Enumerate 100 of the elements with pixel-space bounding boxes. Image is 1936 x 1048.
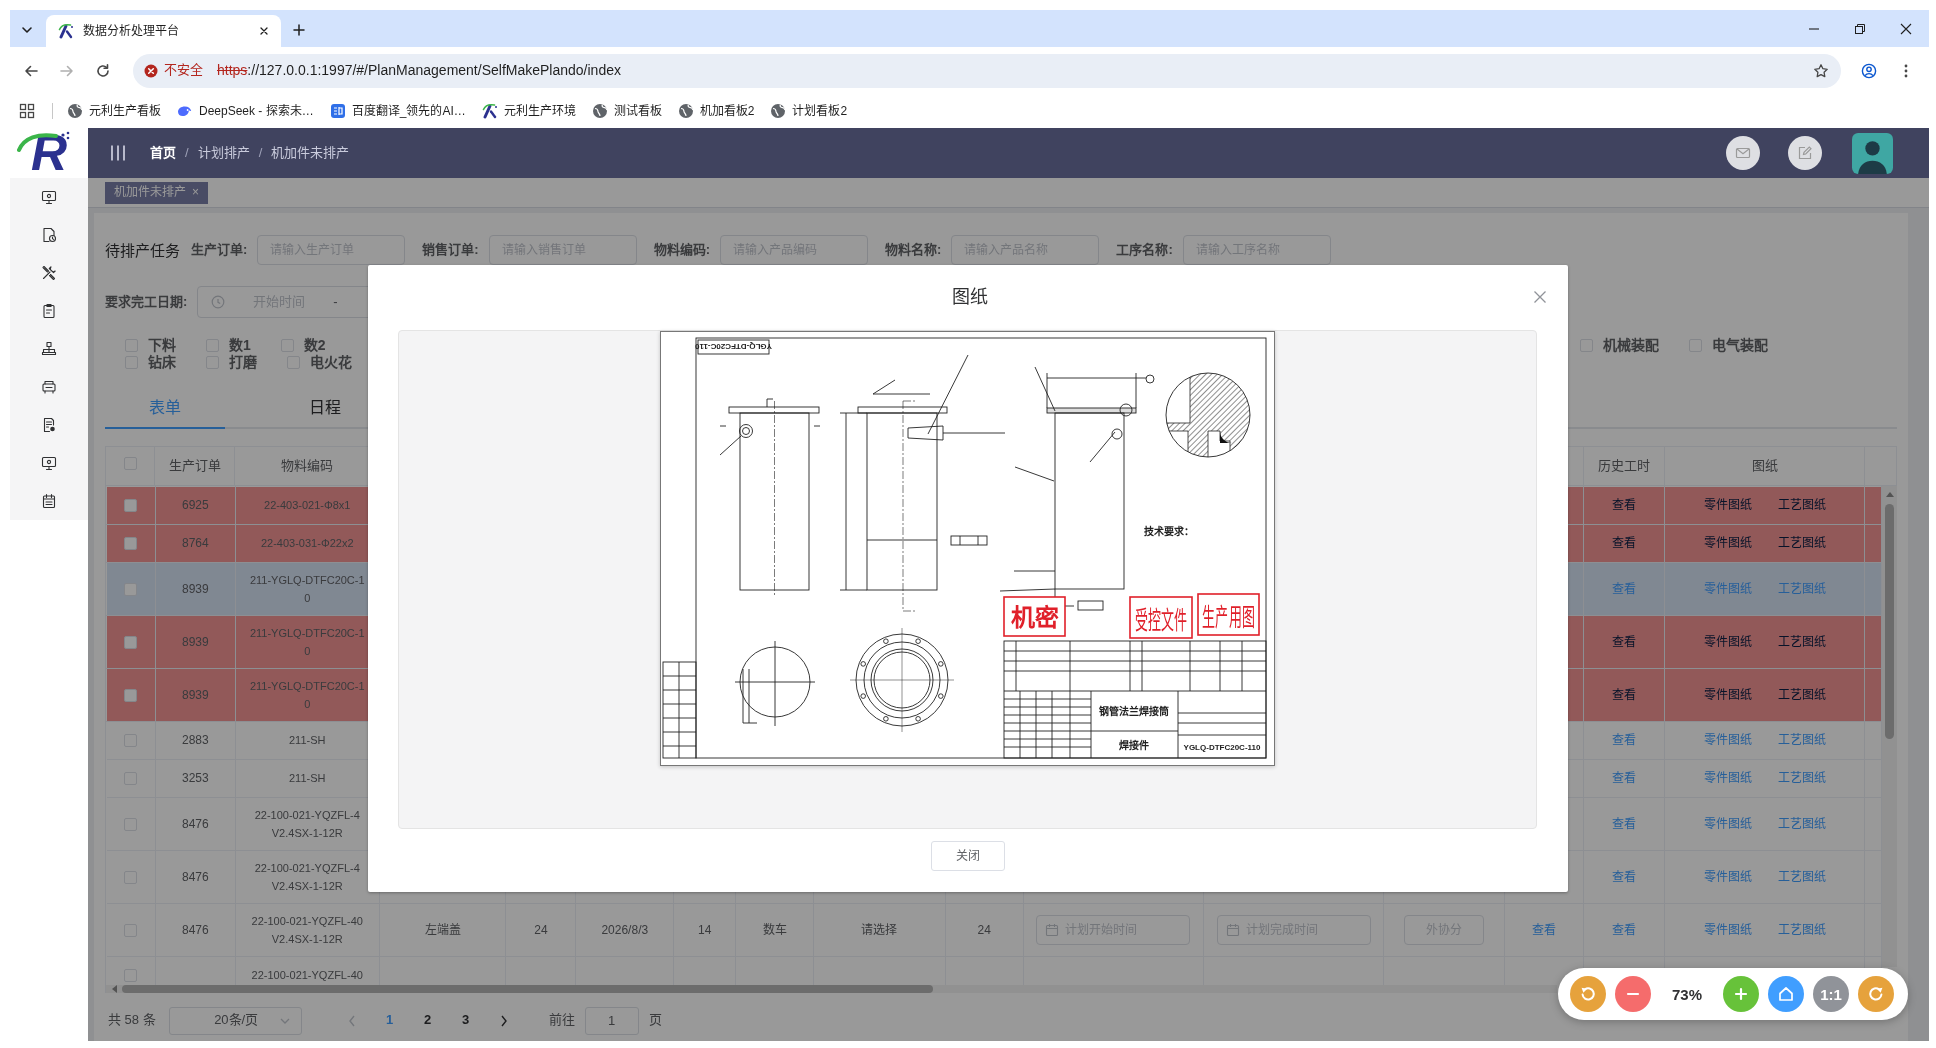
view-link[interactable]: 查看 <box>1612 536 1637 550</box>
menu-icon[interactable] <box>110 144 126 162</box>
breadcrumb-link[interactable]: 计划排产 <box>197 143 250 163</box>
view-link[interactable]: 查看 <box>1612 581 1637 596</box>
rotate-left-icon[interactable] <box>1579 985 1597 1003</box>
plus-icon[interactable] <box>292 23 306 37</box>
view-link[interactable]: 查看 <box>1612 922 1637 937</box>
drawing-link[interactable]: 工艺图纸 <box>1777 685 1826 704</box>
drawing-link[interactable]: 零件图纸 <box>1703 867 1752 886</box>
page-button[interactable]: 2 <box>412 1006 443 1035</box>
grid-icon[interactable] <box>19 103 35 119</box>
view-link[interactable]: 查看 <box>1612 771 1637 785</box>
view-link[interactable]: 查看 <box>1612 687 1637 702</box>
edit-button[interactable] <box>1788 136 1822 170</box>
reload-icon[interactable] <box>95 62 111 79</box>
row-checkbox[interactable] <box>124 688 138 702</box>
view-link[interactable]: 查看 <box>1612 634 1637 649</box>
drawing-link[interactable]: 零件图纸 <box>1703 579 1752 598</box>
checkbox-label[interactable]: 下料 <box>148 337 176 354</box>
view-link[interactable]: 查看 <box>1612 869 1637 884</box>
bookmark[interactable]: 测试看板 <box>583 97 670 125</box>
browser-tab[interactable]: 数据分析处理平台 <box>46 15 281 47</box>
drawing-link[interactable]: 零件图纸 <box>1703 814 1752 833</box>
page-tag[interactable]: 机加件未排产 × <box>105 181 208 204</box>
breadcrumb-link[interactable]: 首页 <box>150 143 176 163</box>
document-badge-icon <box>41 417 57 433</box>
row-checkbox[interactable] <box>124 582 138 596</box>
drawing-link[interactable]: 零件图纸 <box>1703 731 1752 749</box>
close-icon[interactable] <box>259 26 269 36</box>
breadcrumb-link[interactable]: 机加件未排产 <box>271 143 350 163</box>
user-avatar[interactable] <box>1852 132 1893 174</box>
mail-button[interactable] <box>1726 136 1760 170</box>
close-icon[interactable] <box>1900 22 1912 35</box>
table-cell: 8939 <box>155 668 236 721</box>
scrollbar-thumb[interactable] <box>1885 503 1894 739</box>
drawing-link[interactable]: 零件图纸 <box>1703 685 1752 704</box>
drawing-link[interactable]: 工艺图纸 <box>1777 769 1826 787</box>
drawing-link[interactable]: 零件图纸 <box>1703 632 1752 651</box>
bookmark[interactable]: 百度翻译_领先的AI… <box>321 97 474 125</box>
row-checkbox[interactable] <box>124 537 138 551</box>
checkbox-label[interactable]: 电火花 <box>310 354 352 371</box>
checkbox-label[interactable]: 数1 <box>229 337 251 354</box>
view-link[interactable]: 查看 <box>1612 733 1637 747</box>
drawing-label: YGLQ-DTFC20C-110 <box>695 342 772 351</box>
actual-size-button[interactable]: 1:1 <box>1813 976 1849 1012</box>
home-button[interactable] <box>1768 976 1804 1012</box>
rotate-right-icon[interactable] <box>1867 985 1885 1003</box>
profile-icon[interactable] <box>1861 62 1877 79</box>
zoom-in-button[interactable] <box>1723 976 1759 1012</box>
checkbox-label[interactable]: 打磨 <box>229 354 257 371</box>
star-icon[interactable] <box>1813 62 1829 79</box>
close-dialog-button[interactable]: 关闭 <box>931 841 1005 871</box>
table-cell: 数车 <box>735 903 814 956</box>
row-checkbox[interactable] <box>124 499 138 513</box>
tag-close-button[interactable]: × <box>192 184 199 201</box>
bookmark[interactable]: 机加看板2 <box>669 97 763 125</box>
drawing-link[interactable]: 工艺图纸 <box>1777 814 1826 833</box>
drawing-link[interactable]: 零件图纸 <box>1703 534 1752 552</box>
address-bar[interactable]: 不安全 https://127.0.0.1:1997/#/PlanManagement/SelfMakePlando/index <box>133 53 1841 88</box>
page-button[interactable]: 3 <box>450 1006 481 1035</box>
rotate-right-button[interactable] <box>1858 976 1894 1012</box>
checkbox-label[interactable]: 数2 <box>303 337 326 354</box>
bookmark[interactable]: 元利生产看板 <box>59 97 169 125</box>
checkbox-label[interactable]: 机械装配 <box>1603 337 1659 354</box>
drawing-link[interactable]: 零件图纸 <box>1703 920 1752 939</box>
page-input[interactable]: 1 <box>584 1006 639 1035</box>
checkbox-label[interactable]: 钻床 <box>148 354 176 371</box>
view-link[interactable]: 查看 <box>1612 498 1637 512</box>
drawing-link[interactable]: 工艺图纸 <box>1777 496 1826 514</box>
tab[interactable]: 表单 <box>105 389 225 429</box>
view-link[interactable]: 查看 <box>1612 816 1637 831</box>
restore-icon[interactable] <box>1854 22 1866 35</box>
home-icon[interactable] <box>1777 985 1795 1003</box>
scrollbar-thumb[interactable] <box>122 984 933 993</box>
checkbox-label[interactable]: 电气装配 <box>1712 337 1768 354</box>
drawing-link[interactable]: 工艺图纸 <box>1777 731 1826 749</box>
drawing-link[interactable]: 工艺图纸 <box>1777 534 1826 552</box>
bookmark[interactable]: 元利生产环境 <box>473 97 584 125</box>
security-chip[interactable]: 不安全 <box>138 57 211 84</box>
globe-icon <box>677 103 694 119</box>
breadcrumb-separator: / <box>258 143 263 162</box>
bookmark[interactable]: DeepSeek - 探索未… <box>169 97 322 125</box>
row-checkbox[interactable] <box>124 635 138 649</box>
tab[interactable]: 日程 <box>265 389 385 429</box>
rotate-left-button[interactable] <box>1570 976 1606 1012</box>
table-cell: 8939 <box>155 615 236 668</box>
zoom-out-button[interactable] <box>1615 976 1651 1012</box>
drawing-link[interactable]: 零件图纸 <box>1703 769 1752 787</box>
page-button[interactable]: 1 <box>374 1006 405 1035</box>
drawing-link[interactable]: 工艺图纸 <box>1777 920 1826 939</box>
view-link[interactable]: 查看 <box>1532 922 1557 937</box>
drawing-link[interactable]: 工艺图纸 <box>1777 632 1826 651</box>
drawing-link[interactable]: 工艺图纸 <box>1777 867 1826 886</box>
table-cell: 左端盖 <box>379 903 506 956</box>
drawing-link[interactable]: 零件图纸 <box>1703 496 1752 514</box>
bookmark[interactable]: 计划看板2 <box>762 97 856 125</box>
scroll-arrow-icon[interactable] <box>110 983 118 994</box>
drawing-link[interactable]: 工艺图纸 <box>1777 579 1826 598</box>
document-clock-icon <box>41 227 57 243</box>
page-size-select[interactable]: 20条/页 <box>168 1006 302 1035</box>
